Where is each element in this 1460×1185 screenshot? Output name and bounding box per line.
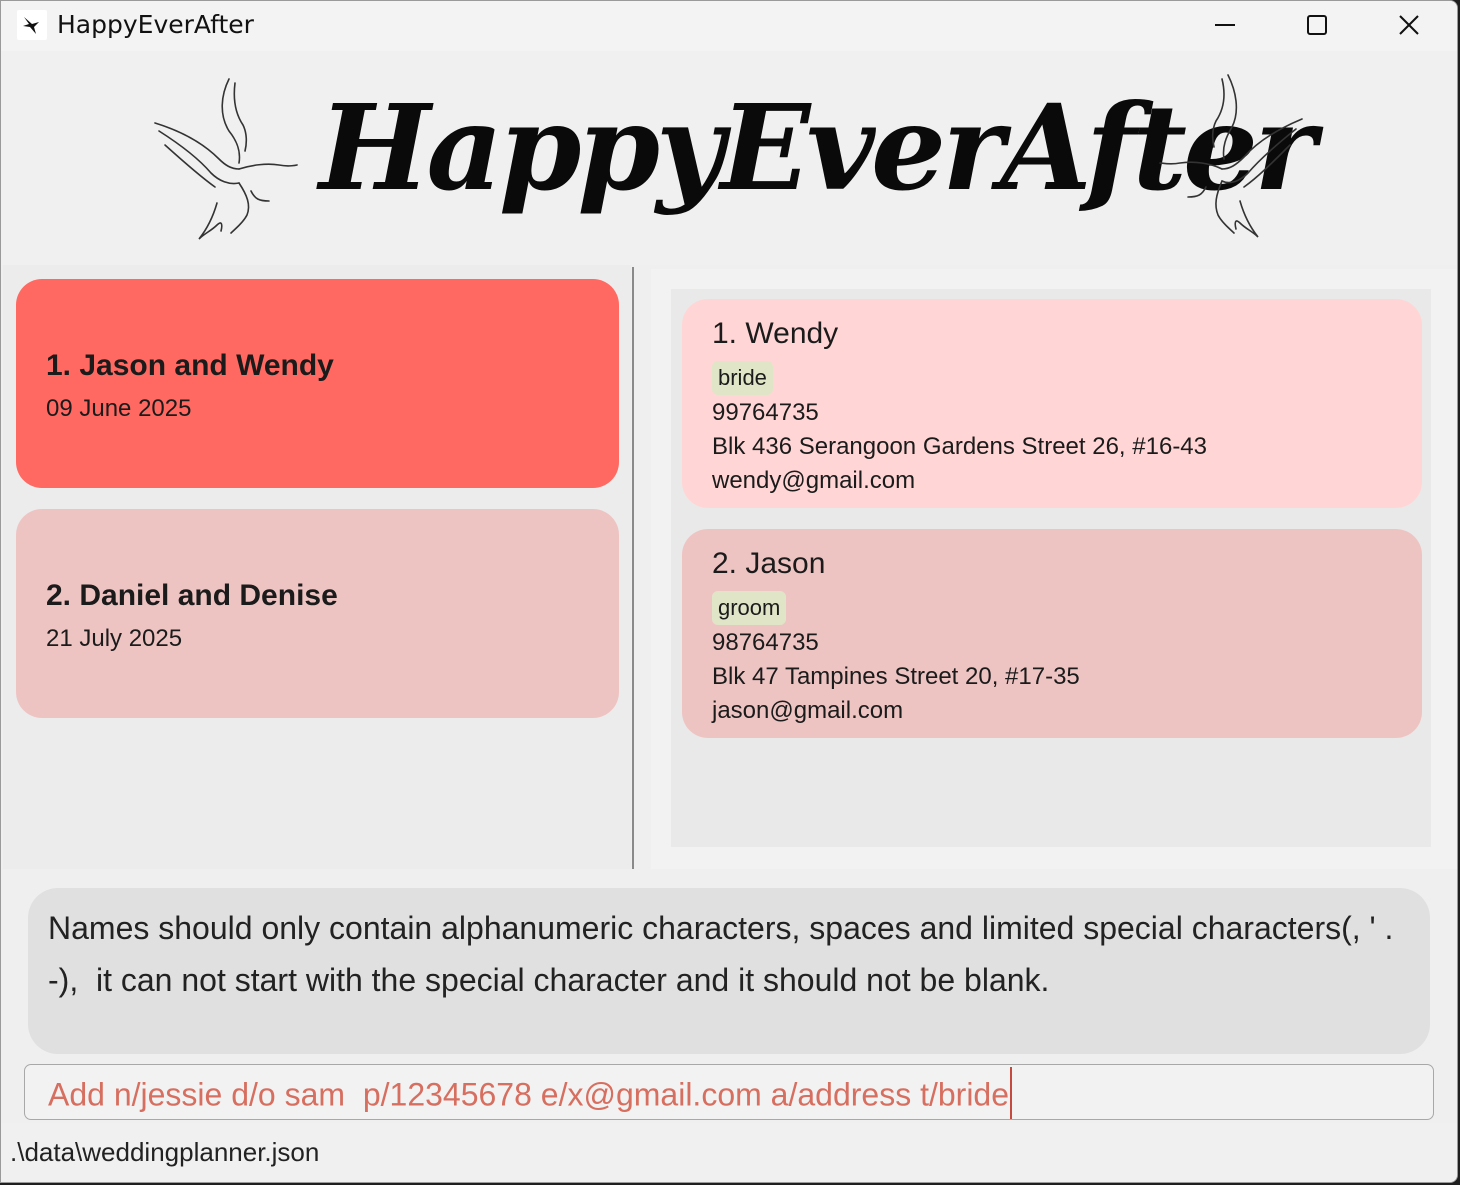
result-display[interactable]: Names should only contain alphanumeric c… [28,888,1430,1054]
title-bar[interactable]: HappyEverAfter [1,1,1457,51]
person-tag: groom [712,591,787,625]
person-tag: bride [712,361,773,395]
text-caret [1010,1067,1013,1119]
close-icon [1399,15,1419,35]
person-email: jason@gmail.com [712,697,904,724]
wedding-date: 21 July 2025 [46,625,183,652]
right-dove-icon [1159,74,1303,238]
result-message: Names should only contain alphanumeric c… [48,910,1394,998]
app-window: HappyEverAfter HappyEverAfter 1. Jason a… [0,0,1458,1183]
wedding-card[interactable]: 2. Daniel and Denise 21 July 2025 [16,509,619,718]
banner: HappyEverAfter [1,51,1457,265]
close-button[interactable] [1363,1,1455,49]
panel-divider[interactable] [632,267,634,869]
wedding-title: 1. Jason and Wendy [46,349,334,382]
save-file-path: .\data\weddingplanner.json [10,1137,320,1167]
wedding-title: 2. Daniel and Denise [46,579,338,612]
person-card[interactable]: 2. Jason groom 98764735 Blk 47 Tampines … [682,529,1422,738]
person-email: wendy@gmail.com [712,467,916,494]
wedding-date: 09 June 2025 [46,395,192,422]
person-address: Blk 436 Serangoon Gardens Street 26, #16… [712,433,1207,460]
status-bar: .\data\weddingplanner.json [1,1123,1457,1182]
banner-title: HappyEverAfter [319,78,1316,217]
maximize-icon [1307,15,1327,35]
person-name: 2. Jason [712,547,826,580]
person-phone: 98764735 [712,629,819,656]
person-phone: 99764735 [712,399,819,426]
minimize-icon [1215,24,1235,26]
left-dove-icon [154,78,298,240]
wedding-card-selected[interactable]: 1. Jason and Wendy 09 June 2025 [16,279,619,488]
window-title: HappyEverAfter [57,10,254,39]
person-name: 1. Wendy [712,317,839,350]
command-box[interactable]: Add n/jessie d/o sam p/12345678 e/x@gmai… [24,1064,1434,1120]
maximize-button[interactable] [1271,1,1363,49]
command-input[interactable]: Add n/jessie d/o sam p/12345678 e/x@gmai… [48,1067,1013,1123]
person-address: Blk 47 Tampines Street 20, #17-35 [712,663,1080,690]
person-card[interactable]: 1. Wendy bride 99764735 Blk 436 Serangoo… [682,299,1422,508]
bird-icon [17,10,47,40]
minimize-button[interactable] [1179,1,1271,49]
command-text: Add n/jessie d/o sam p/12345678 e/x@gmai… [48,1076,1010,1113]
